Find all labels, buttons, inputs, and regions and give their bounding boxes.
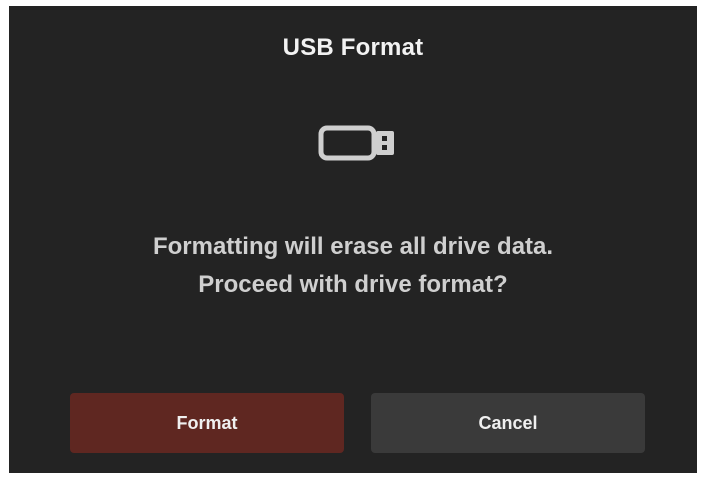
warning-message: Formatting will erase all drive data. Pr… (9, 228, 697, 304)
warning-message-line-1: Formatting will erase all drive data. (152, 233, 554, 260)
warning-message-line-2: Proceed with drive format? (198, 271, 508, 298)
cancel-button[interactable]: Cancel (371, 393, 645, 453)
usb-drive-icon (318, 125, 394, 161)
dialog-title: USB Format (282, 34, 424, 61)
format-button[interactable]: Format (70, 393, 344, 453)
usb-format-dialog: USB Format Formatting will erase all dri… (9, 6, 697, 473)
